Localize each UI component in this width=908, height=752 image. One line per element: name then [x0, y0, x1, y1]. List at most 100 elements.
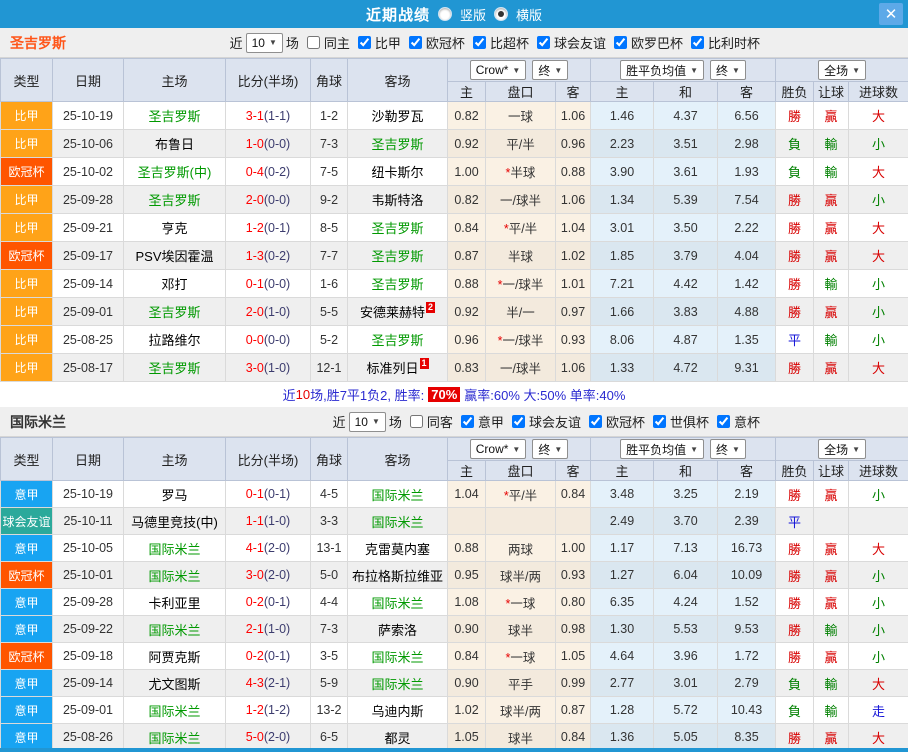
league-filter-checkbox[interactable]	[716, 415, 730, 428]
score-cell: 0-4(0-2)	[225, 157, 311, 186]
match-row: 比甲 25-09-01 圣吉罗斯 2-0(1-0) 5-5 安德莱赫特 2 0.92 半/一 0.…	[0, 297, 908, 326]
handicap-star: *	[503, 488, 509, 503]
close-button[interactable]: ✕	[879, 3, 903, 25]
final-odds-select[interactable]: 终 ▼	[710, 439, 746, 459]
league-filter-label: 世俱杯	[669, 415, 709, 430]
league-type-cell: 比甲	[0, 325, 53, 354]
handicap-cell: *一球	[485, 588, 556, 616]
handicap-cell: 球半	[485, 723, 556, 751]
fulltime-score: 1-1	[245, 514, 264, 528]
match-row: 意甲 25-09-28 卡利亚里 0-2(0-1) 4-4 国际米兰 1.08 *一球 0.80…	[0, 588, 908, 616]
handicap-cell	[485, 507, 556, 535]
crow-away-odds-cell: 0.80	[554, 588, 592, 616]
score-cell: 1-0(0-0)	[225, 129, 311, 158]
crow-home-odds-cell: 0.82	[447, 185, 486, 214]
avg-odds-select-value: 胜平负均值	[626, 442, 687, 457]
league-filter-checkbox[interactable]	[613, 36, 627, 49]
avg-away-odds-cell: 7.54	[717, 185, 777, 214]
recent-count-select[interactable]: 10 ▼	[245, 32, 283, 53]
vertical-layout-radio[interactable]	[437, 7, 452, 21]
crow-company-select[interactable]: Crow* ▼	[469, 60, 527, 80]
home-team-cell: 圣吉罗斯	[123, 297, 226, 326]
league-type-cell: 意甲	[0, 669, 53, 697]
match-date-cell: 25-09-28	[52, 588, 124, 616]
away-team-cell: 国际米兰	[347, 669, 448, 697]
league-filter-checkbox[interactable]	[690, 36, 704, 49]
league-filter-checkbox[interactable]	[408, 36, 422, 49]
same-venue-label: 同主	[323, 36, 350, 51]
column-header: 角球	[310, 58, 348, 102]
corners-cell: 5-0	[310, 561, 348, 589]
goals-result-cell: 小	[848, 129, 908, 158]
crow-away-odds-cell: 0.84	[554, 480, 592, 508]
column-header: 类型	[0, 58, 53, 102]
halftime-score: (2-0)	[263, 541, 291, 555]
match-date-cell: 25-09-22	[52, 615, 124, 643]
full-match-group-header: 全场 ▼	[775, 437, 908, 461]
crow-home-odds-cell: 0.90	[447, 669, 486, 697]
league-filter-checkbox[interactable]	[588, 415, 602, 428]
match-date-cell: 25-10-19	[52, 101, 124, 130]
avg-draw-odds-cell: 5.05	[653, 723, 719, 751]
result-cell: 勝	[775, 615, 815, 643]
final-odds-select[interactable]: 终 ▼	[710, 60, 746, 80]
league-filter-checkbox[interactable]	[460, 415, 474, 428]
handicap-result-cell: 輸	[813, 157, 850, 186]
halftime-score: (2-1)	[263, 676, 291, 690]
same-venue-checkbox[interactable]	[409, 415, 423, 428]
crow-home-odds-cell: 0.92	[447, 297, 486, 326]
crow-company-select[interactable]: Crow* ▼	[469, 439, 527, 459]
column-header: 客场	[347, 437, 448, 481]
avg-draw-odds-cell: 3.01	[653, 669, 719, 697]
league-filter-checkbox[interactable]	[357, 36, 371, 49]
avg-draw-odds-cell: 3.51	[653, 129, 719, 158]
league-filter-checkbox[interactable]	[536, 36, 550, 49]
corners-cell: 1-2	[310, 101, 348, 130]
same-venue-label: 同客	[426, 415, 453, 430]
dropdown-arrow-icon: ▼	[268, 38, 277, 47]
corners-cell: 4-5	[310, 480, 348, 508]
avg-odds-select[interactable]: 胜平负均值 ▼	[620, 439, 705, 459]
league-filter-checkbox[interactable]	[472, 36, 486, 49]
filter-bar: 国际米兰近 10 ▼ 场同客 意甲 球会友谊 欧冠杯 世俱杯 意杯	[0, 407, 908, 437]
league-filter-checkbox[interactable]	[652, 415, 666, 428]
column-header: 客场	[347, 58, 448, 102]
handicap-result-cell: 輸	[813, 269, 850, 298]
corners-cell: 13-1	[310, 534, 348, 562]
final-odds-select[interactable]: 终 ▼	[532, 60, 569, 80]
handicap-result-cell: 贏	[813, 353, 850, 382]
matches-table: 类型 日期 主场 比分(半场) 角球 客场 Crow* ▼ 终 ▼ 胜平负均值 ▼ 终 ▼ 全场 ▼ 主盘口客主…	[0, 437, 908, 751]
result-cell: 勝	[775, 723, 815, 751]
avg-away-odds-cell: 2.22	[717, 213, 777, 242]
home-team-cell: 圣吉罗斯(中)	[123, 157, 226, 186]
handicap-cell: *平/半	[485, 480, 556, 508]
avg-draw-odds-cell: 4.72	[653, 353, 719, 382]
crow-company-select-value: Crow*	[475, 63, 509, 77]
table-header-row: 类型 日期 主场 比分(半场) 角球 客场 Crow* ▼ 终 ▼ 胜平负均值 ▼ 终 ▼ 全场 ▼	[0, 58, 908, 102]
horizontal-layout-radio[interactable]	[494, 7, 508, 21]
sub-column-header: 客	[717, 460, 777, 481]
full-match-select[interactable]: 全场 ▼	[818, 60, 867, 80]
final-odds-select[interactable]: 终 ▼	[532, 439, 569, 459]
match-row: 欧冠杯 25-09-18 阿贾克斯 0-2(0-1) 3-5 国际米兰 0.84 *一球 1.0…	[0, 642, 908, 670]
full-match-select[interactable]: 全场 ▼	[818, 439, 867, 459]
league-filter-checkbox[interactable]	[511, 415, 525, 428]
avg-odds-group-header: 胜平负均值 ▼ 终 ▼	[590, 58, 777, 82]
match-date-cell: 25-10-01	[52, 561, 124, 589]
handicap-cell: 球半/两	[485, 696, 556, 724]
crow-away-odds-cell: 0.84	[554, 723, 592, 751]
dropdown-arrow-icon: ▼	[852, 444, 861, 454]
table-header-row: 类型 日期 主场 比分(半场) 角球 客场 Crow* ▼ 终 ▼ 胜平负均值 ▼ 终 ▼ 全场 ▼	[0, 437, 908, 481]
avg-odds-select-value: 胜平负均值	[626, 63, 687, 78]
score-cell: 3-0(2-0)	[225, 561, 311, 589]
recent-count-select[interactable]: 10 ▼	[348, 411, 386, 432]
avg-away-odds-cell: 4.88	[717, 297, 777, 326]
filter-bar: 圣吉罗斯近 10 ▼ 场同主 比甲 欧冠杯 比超杯 球会友谊 欧罗巴杯 比利时杯	[0, 28, 908, 58]
result-cell: 勝	[775, 353, 815, 382]
score-cell: 0-0(0-0)	[225, 325, 311, 354]
league-type-cell: 比甲	[0, 185, 53, 214]
avg-odds-select[interactable]: 胜平负均值 ▼	[620, 60, 705, 80]
column-header: 主场	[123, 437, 226, 481]
same-venue-checkbox[interactable]	[306, 36, 320, 49]
goals-result-cell: 小	[848, 269, 908, 298]
